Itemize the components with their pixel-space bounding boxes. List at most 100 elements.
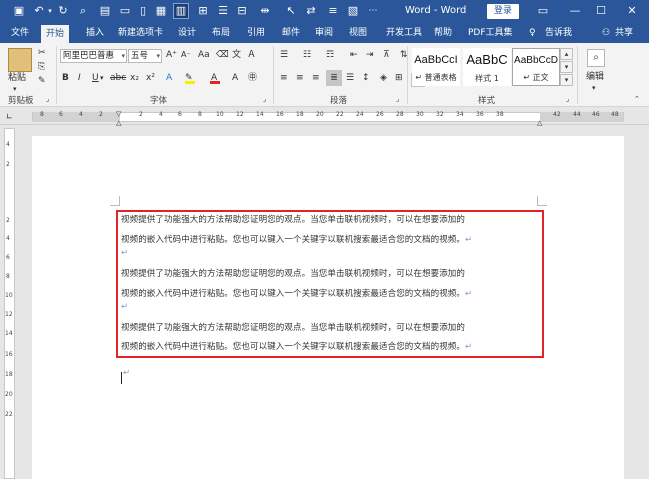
- tab-view[interactable]: 视图: [349, 27, 367, 40]
- increase-indent-icon[interactable]: ⇥: [366, 49, 374, 61]
- tab-insert[interactable]: 插入: [86, 27, 104, 40]
- styles-scroll-up-icon[interactable]: ▴: [560, 48, 573, 60]
- numbering-icon[interactable]: ☷: [303, 49, 311, 61]
- distributed-icon[interactable]: ☰: [346, 72, 354, 84]
- shading-icon[interactable]: ◈: [380, 72, 387, 84]
- bullets-icon[interactable]: ☰: [280, 49, 288, 61]
- superscript-button[interactable]: x²: [146, 72, 155, 84]
- document-view-icon[interactable]: ▥: [173, 3, 189, 19]
- shrink-font-icon[interactable]: A⁻: [181, 49, 191, 61]
- ribbon-display-icon[interactable]: ▭: [535, 3, 551, 19]
- line-spacing-icon[interactable]: ↕: [362, 72, 370, 84]
- subscript-button[interactable]: x₂: [130, 72, 139, 84]
- open-folder-icon[interactable]: ▭: [118, 4, 132, 18]
- tab-mailings[interactable]: 邮件: [282, 27, 300, 40]
- paragraph-3-line-2[interactable]: 视频的嵌入代码中进行粘贴。您也可以键入一个关键字以联机搜索最适合您的文档的视频。…: [121, 337, 472, 357]
- phonetic-icon[interactable]: 文: [232, 49, 241, 61]
- underline-button[interactable]: U: [92, 72, 99, 84]
- align-right-icon[interactable]: ≡: [312, 72, 320, 84]
- align-left-icon[interactable]: ≡: [280, 72, 288, 84]
- underline-dropdown-icon[interactable]: ▾: [100, 72, 104, 84]
- styles-launcher-icon[interactable]: ⌟: [566, 93, 569, 105]
- tab-design[interactable]: 设计: [178, 27, 196, 40]
- line-spacing-icon[interactable]: ≡: [326, 4, 340, 18]
- paragraph-1-line-2[interactable]: 视频的嵌入代码中进行粘贴。您也可以键入一个关键字以联机搜索最适合您的文档的视频。…: [121, 230, 472, 250]
- clipboard-icon[interactable]: [8, 48, 32, 72]
- maximize-icon[interactable]: ☐: [593, 3, 609, 19]
- tab-pdf-tools[interactable]: PDF工具集: [468, 27, 513, 40]
- print-preview-icon[interactable]: ⌕: [76, 4, 90, 18]
- table-icon[interactable]: ⊟: [235, 4, 249, 18]
- tab-review[interactable]: 审阅: [315, 27, 333, 40]
- more-icon[interactable]: ⋯: [366, 4, 380, 18]
- tab-help[interactable]: 帮助: [434, 27, 452, 40]
- close-icon[interactable]: ✕: [624, 3, 640, 19]
- text-effects-icon[interactable]: A: [166, 72, 172, 84]
- share-icon[interactable]: ⚇: [602, 27, 610, 40]
- bold-button[interactable]: B: [62, 72, 69, 84]
- vertical-ruler[interactable]: 4 2 2 4 6 8 10 12 14 16 18 20 22: [4, 128, 15, 479]
- right-indent-marker[interactable]: △: [537, 117, 542, 129]
- copy-icon[interactable]: ⎘: [38, 61, 45, 73]
- font-name-combo[interactable]: 阿里巴巴普惠 ▾: [60, 49, 127, 63]
- paragraph-1-line-1[interactable]: 视频提供了功能强大的方法帮助您证明您的观点。当您单击联机视频时，可以在想要添加的: [121, 210, 465, 230]
- style-normal-table[interactable]: AaBbCcI ↵ 普通表格: [412, 48, 460, 86]
- format-icon[interactable]: ▦: [154, 4, 168, 18]
- multilevel-list-icon[interactable]: ☶: [326, 49, 334, 61]
- left-indent-marker[interactable]: △: [116, 117, 121, 129]
- tab-file[interactable]: 文件: [11, 27, 29, 40]
- chinese-layout-icon[interactable]: ⊼: [383, 49, 390, 61]
- find-icon[interactable]: ⌕: [587, 49, 605, 67]
- tab-references[interactable]: 引用: [247, 27, 265, 40]
- clipboard-launcher-icon[interactable]: ⌟: [46, 93, 49, 105]
- strikethrough-button[interactable]: abc: [110, 72, 126, 84]
- horizontal-ruler[interactable]: ∟ ▽ △ △ 8 6 4 2 2 4 6 8 10 12 14 16 18 2…: [0, 108, 649, 127]
- paragraph-2-line-2[interactable]: 视频的嵌入代码中进行粘贴。您也可以键入一个关键字以联机搜索最适合您的文档的视频。…: [121, 284, 472, 304]
- tab-selector-icon[interactable]: ∟: [6, 111, 13, 123]
- paragraph-3-line-1[interactable]: 视频提供了功能强大的方法帮助您证明您的观点。当您单击联机视频时，可以在想要添加的: [121, 318, 465, 338]
- grid-icon[interactable]: ⊞: [196, 4, 210, 18]
- paste-button[interactable]: 粘贴: [8, 72, 26, 84]
- tab-new-tab[interactable]: 新建选项卡: [118, 27, 163, 40]
- undo-dropdown-icon[interactable]: ▾: [43, 4, 57, 18]
- cut-icon[interactable]: ✂: [38, 47, 46, 59]
- borders-icon[interactable]: ⊞: [395, 72, 403, 84]
- grow-font-icon[interactable]: A⁺: [166, 49, 177, 61]
- clear-format-icon[interactable]: ⌫: [216, 49, 229, 61]
- spacing-icon[interactable]: ⇹: [258, 4, 272, 18]
- lightbulb-icon[interactable]: ♀: [529, 27, 536, 40]
- tab-home[interactable]: 开始: [41, 25, 70, 43]
- font-size-combo[interactable]: 五号 ▾: [128, 49, 162, 63]
- format-painter-icon[interactable]: ✎: [38, 75, 46, 87]
- paragraph-launcher-icon[interactable]: ⌟: [396, 93, 399, 105]
- editing-dropdown-icon[interactable]: ▾: [592, 82, 596, 94]
- draft-icon[interactable]: ▯: [136, 4, 150, 18]
- justify-icon[interactable]: ≣: [326, 70, 342, 86]
- enclose-char-icon[interactable]: ㊥: [248, 72, 257, 84]
- styles-more-icon[interactable]: ▾: [560, 74, 573, 86]
- change-case-icon[interactable]: Aa: [198, 49, 210, 61]
- styles-scroll-down-icon[interactable]: ▾: [560, 61, 573, 73]
- selection-icon[interactable]: ↖: [284, 4, 298, 18]
- direction-icon[interactable]: ⇄: [304, 4, 318, 18]
- style-style-1[interactable]: AaBbC 样式 1: [463, 48, 511, 86]
- paragraph-2-line-1[interactable]: 视频提供了功能强大的方法帮助您证明您的观点。当您单击联机视频时，可以在想要添加的: [121, 264, 465, 284]
- font-launcher-icon[interactable]: ⌟: [263, 93, 266, 105]
- italic-button[interactable]: I: [78, 72, 81, 84]
- align-center-icon[interactable]: ≡: [296, 72, 304, 84]
- shading-icon[interactable]: ▧: [346, 4, 360, 18]
- char-border-icon[interactable]: Ａ: [247, 49, 256, 61]
- share-button[interactable]: 共享: [615, 27, 633, 40]
- login-button[interactable]: 登录: [487, 4, 519, 19]
- collapse-ribbon-icon[interactable]: ⌃: [634, 93, 640, 105]
- char-shading-icon[interactable]: A: [232, 72, 238, 84]
- minimize-icon[interactable]: —: [567, 3, 583, 19]
- tab-developer[interactable]: 开发工具: [386, 27, 422, 40]
- style-body[interactable]: AaBbCcD ↵ 正文: [512, 48, 560, 86]
- decrease-indent-icon[interactable]: ⇤: [350, 49, 358, 61]
- save-icon[interactable]: ▣: [12, 4, 26, 18]
- redo-icon[interactable]: ↻: [56, 4, 70, 18]
- new-document-icon[interactable]: ▤: [98, 4, 112, 18]
- tell-me-button[interactable]: 告诉我: [545, 27, 572, 40]
- tab-layout[interactable]: 布局: [212, 27, 230, 40]
